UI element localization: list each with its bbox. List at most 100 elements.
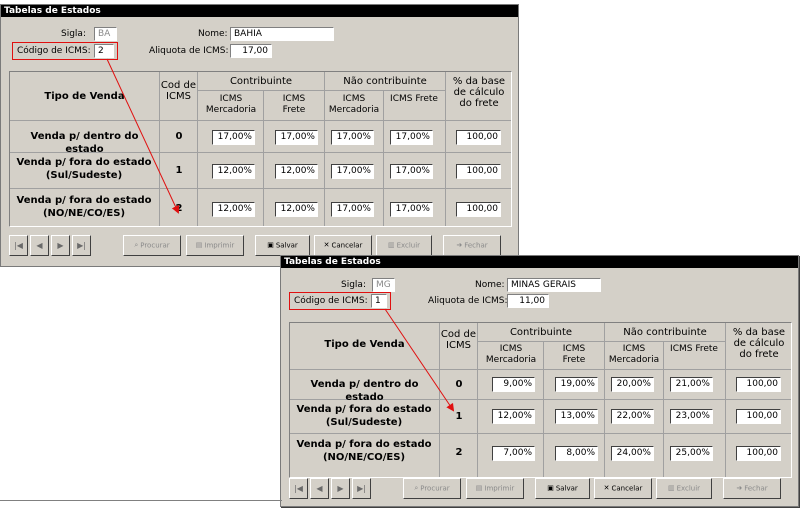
- c-icms-frete-field[interactable]: 8,00%: [555, 446, 598, 461]
- c-icms-frete-field[interactable]: 19,00%: [555, 377, 598, 392]
- row-cod: 2: [455, 447, 463, 458]
- row-cod: 1: [175, 165, 183, 176]
- imprimir-label: Imprimir: [484, 484, 515, 493]
- nc-icms-frete-field[interactable]: 25,00%: [670, 446, 713, 461]
- nc-icms-frete-field[interactable]: 17,00%: [390, 130, 433, 145]
- row-cod: 1: [455, 411, 463, 422]
- header-nc-icms-frete: ICMS Frete: [670, 344, 718, 354]
- nc-icms-frete-field[interactable]: 17,00%: [390, 164, 433, 179]
- header-base-calculo: % da base de cálculo do frete: [732, 327, 786, 360]
- sigla-field[interactable]: MG: [372, 278, 395, 292]
- excluir-button[interactable]: ▥ Excluir: [376, 235, 432, 256]
- floppy-disk-icon: ▣: [547, 484, 554, 492]
- row-cod: 2: [175, 203, 183, 214]
- base-frete-field[interactable]: 100,00: [736, 446, 781, 461]
- salvar-label: Salvar: [275, 241, 298, 250]
- codigo-icms-field[interactable]: 2: [94, 44, 114, 58]
- toolbar: |◀ ◀ ▶ ▶| ⌕ Procurar ▤ Imprimir ▣ Salvar ✕ C…: [289, 478, 792, 502]
- c-icms-frete-field[interactable]: 13,00%: [555, 409, 598, 424]
- excluir-button[interactable]: ▥ Excluir: [656, 478, 712, 499]
- prev-record-button[interactable]: ◀: [30, 235, 49, 256]
- cancel-x-icon: ✕: [603, 484, 610, 492]
- base-frete-field[interactable]: 100,00: [456, 164, 501, 179]
- nc-icms-mercadoria-field[interactable]: 17,00%: [331, 130, 374, 145]
- binoculars-icon: ⌕: [414, 484, 419, 492]
- cancelar-label: Cancelar: [611, 484, 643, 493]
- cancelar-button[interactable]: ✕ Cancelar: [314, 235, 372, 256]
- imprimir-button[interactable]: ▤ Imprimir: [186, 235, 244, 256]
- nc-icms-mercadoria-field[interactable]: 17,00%: [331, 202, 374, 217]
- row-label: Venda p/ fora do estado (Sul/Sudeste): [16, 157, 152, 181]
- last-record-button[interactable]: ▶|: [352, 478, 371, 499]
- first-record-button[interactable]: |◀: [289, 478, 308, 499]
- nc-icms-mercadoria-field[interactable]: 20,00%: [611, 377, 654, 392]
- next-record-button[interactable]: ▶: [51, 235, 70, 256]
- fechar-label: Fechar: [464, 241, 488, 250]
- fechar-button[interactable]: ➜ Fechar: [443, 235, 501, 256]
- printer-icon: ▤: [475, 484, 483, 492]
- divider-line: [0, 500, 282, 501]
- fechar-button[interactable]: ➜ Fechar: [723, 478, 781, 499]
- header-contribuinte: Contribuinte: [229, 76, 293, 87]
- c-icms-frete-field[interactable]: 12,00%: [275, 202, 318, 217]
- imprimir-button[interactable]: ▤ Imprimir: [466, 478, 524, 499]
- aliquota-field[interactable]: 11,00: [507, 294, 549, 308]
- header-cod-icms: Cod de ICMS: [160, 80, 197, 102]
- c-icms-frete-field[interactable]: 12,00%: [275, 164, 318, 179]
- last-record-button[interactable]: ▶|: [72, 235, 91, 256]
- nc-icms-frete-field[interactable]: 21,00%: [670, 377, 713, 392]
- base-frete-field[interactable]: 100,00: [736, 409, 781, 424]
- nome-field[interactable]: MINAS GERAIS: [507, 278, 601, 292]
- aliquota-label: Aliquota de ICMS:: [149, 46, 229, 56]
- window-title: Tabelas de Estados: [281, 256, 798, 268]
- excluir-label: Excluir: [396, 241, 421, 250]
- cancelar-button[interactable]: ✕ Cancelar: [594, 478, 652, 499]
- nc-icms-mercadoria-field[interactable]: 24,00%: [611, 446, 654, 461]
- nc-icms-frete-field[interactable]: 23,00%: [670, 409, 713, 424]
- c-icms-mercadoria-field[interactable]: 7,00%: [492, 446, 535, 461]
- codigo-icms-field[interactable]: 1: [371, 294, 387, 308]
- row-label: Venda p/ fora do estado (NO/NE/CO/ES): [16, 195, 152, 219]
- procurar-button[interactable]: ⌕ Procurar: [403, 478, 461, 499]
- procurar-button[interactable]: ⌕ Procurar: [123, 235, 181, 256]
- nc-icms-frete-field[interactable]: 17,00%: [390, 202, 433, 217]
- next-record-icon: ▶: [337, 484, 344, 493]
- header-nao-contribuinte: Não contribuinte: [623, 327, 707, 338]
- window-minas-gerais: Tabelas de Estados Sigla: MG Nome: MINAS…: [280, 255, 799, 507]
- aliquota-field[interactable]: 17,00: [230, 44, 272, 58]
- header-c-icms-mercadoria: ICMS Mercadoria: [205, 94, 257, 115]
- aliquota-label: Aliquota de ICMS:: [428, 296, 508, 306]
- prev-record-button[interactable]: ◀: [310, 478, 329, 499]
- base-frete-field[interactable]: 100,00: [736, 377, 781, 392]
- salvar-button[interactable]: ▣ Salvar: [255, 235, 310, 256]
- c-icms-mercadoria-field[interactable]: 9,00%: [492, 377, 535, 392]
- nc-icms-mercadoria-field[interactable]: 22,00%: [611, 409, 654, 424]
- c-icms-frete-field[interactable]: 17,00%: [275, 130, 318, 145]
- next-record-icon: ▶: [57, 241, 64, 250]
- salvar-button[interactable]: ▣ Salvar: [535, 478, 590, 499]
- c-icms-mercadoria-field[interactable]: 17,00%: [212, 130, 255, 145]
- nome-field[interactable]: BAHIA: [230, 27, 334, 41]
- last-record-icon: ▶|: [77, 241, 86, 250]
- sigla-field[interactable]: BA: [94, 27, 117, 41]
- salvar-label: Salvar: [555, 484, 578, 493]
- header-cod-icms: Cod de ICMS: [440, 329, 477, 351]
- sigla-label: Sigla:: [61, 29, 86, 39]
- codigo-icms-label: Código de ICMS:: [17, 46, 91, 56]
- c-icms-mercadoria-field[interactable]: 12,00%: [212, 202, 255, 217]
- floppy-disk-icon: ▣: [267, 241, 274, 249]
- next-record-button[interactable]: ▶: [331, 478, 350, 499]
- sigla-label: Sigla:: [341, 280, 366, 290]
- icms-table: Tipo de Venda Cod de ICMS Contribuinte N…: [9, 71, 512, 227]
- base-frete-field[interactable]: 100,00: [456, 130, 501, 145]
- procurar-label: Procurar: [420, 484, 450, 493]
- header-c-icms-mercadoria: ICMS Mercadoria: [485, 344, 537, 365]
- prev-record-icon: ◀: [36, 241, 43, 250]
- first-record-button[interactable]: |◀: [9, 235, 28, 256]
- c-icms-mercadoria-field[interactable]: 12,00%: [492, 409, 535, 424]
- nc-icms-mercadoria-field[interactable]: 17,00%: [331, 164, 374, 179]
- c-icms-mercadoria-field[interactable]: 12,00%: [212, 164, 255, 179]
- header-c-icms-frete: ICMS Frete: [562, 344, 586, 365]
- base-frete-field[interactable]: 100,00: [456, 202, 501, 217]
- header-tipo-venda: Tipo de Venda: [324, 339, 405, 350]
